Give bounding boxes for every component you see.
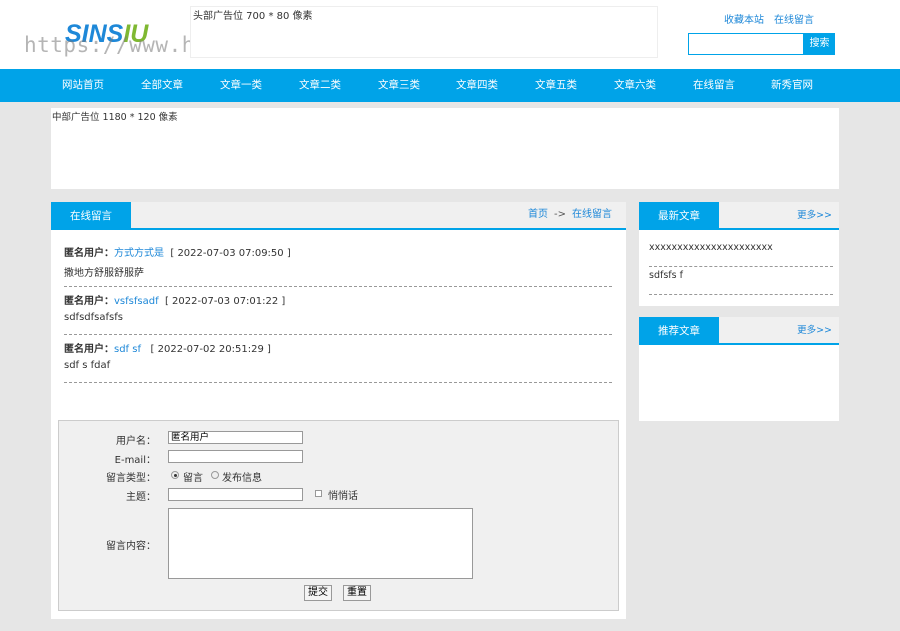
latest-article-item[interactable]: xxxxxxxxxxxxxxxxxxxxxx (649, 242, 833, 267)
nav-item-home[interactable]: 网站首页 (62, 69, 104, 102)
message-time: [ 2022-07-03 07:01:22 ] (164, 296, 286, 307)
private-checkbox[interactable] (315, 490, 322, 497)
recommended-articles-title: 推荐文章 (639, 317, 719, 345)
message-name[interactable]: 方式方式是 (114, 248, 164, 259)
nav-item-category-2[interactable]: 文章二类 (299, 69, 341, 102)
type-option-publish: 发布信息 (222, 473, 262, 484)
nav-item-official-site[interactable]: 新秀官网 (771, 69, 813, 102)
email-label: E-mail： (114, 455, 156, 466)
message-user: 匿名用户： (64, 296, 114, 307)
breadcrumb-separator: -> (554, 209, 566, 220)
message-type-label: 留言类型： (106, 473, 156, 484)
private-label: 悄悄话 (328, 491, 358, 502)
type-radio-message[interactable] (171, 471, 179, 479)
breadcrumb-current[interactable]: 在线留言 (572, 209, 612, 220)
top-ad-banner[interactable]: 头部广告位 700 * 80 像素 (190, 6, 658, 58)
header: SINSIU https://www.huzhan.com/ishop32877… (0, 0, 900, 69)
message-time: [ 2022-07-03 07:09:50 ] (170, 248, 291, 259)
nav-item-guestbook[interactable]: 在线留言 (693, 69, 735, 102)
search-button[interactable]: 搜索 (804, 33, 835, 55)
username-field[interactable]: 匿名用户 (168, 431, 303, 444)
latest-articles-title: 最新文章 (639, 202, 719, 230)
message-body: sdfsdfsafsfs (64, 312, 123, 323)
message-user: 匿名用户： (64, 344, 114, 355)
breadcrumb: 首页 -> 在线留言 (528, 202, 612, 228)
middle-ad-banner[interactable]: 中部广告位 1180 * 120 像素 (51, 108, 839, 189)
message-body: 撒地方舒服舒服萨 (64, 268, 144, 279)
latest-article-item[interactable]: sdfsfs f (649, 270, 833, 295)
nav-item-category-4[interactable]: 文章四类 (456, 69, 498, 102)
main-nav: 网站首页 全部文章 文章一类 文章二类 文章三类 文章四类 文章五类 文章六类 … (0, 69, 900, 102)
message-body: sdf s fdaf (64, 360, 111, 371)
bookmark-link[interactable]: 收藏本站 (724, 15, 764, 26)
username-label: 用户名： (116, 436, 156, 447)
submit-button[interactable]: 提交 (304, 585, 332, 601)
recommended-articles-panel: 推荐文章 更多>> (639, 317, 839, 421)
message-user: 匿名用户： (64, 248, 114, 259)
subject-field[interactable] (168, 488, 303, 501)
panel-title: 在线留言 (51, 202, 131, 230)
message-name[interactable]: vsfsfsadf (114, 296, 159, 307)
latest-articles-panel: 最新文章 更多>> xxxxxxxxxxxxxxxxxxxxxx sdfsfs … (639, 202, 839, 306)
search-input[interactable] (688, 33, 804, 55)
message-item: 匿名用户：sdf sf [ 2022-07-02 20:51:29 ] sdf … (64, 343, 612, 383)
nav-item-category-6[interactable]: 文章六类 (614, 69, 656, 102)
message-name[interactable]: sdf sf (114, 344, 141, 355)
message-item: 匿名用户：方式方式是 [ 2022-07-03 07:09:50 ] 撒地方舒服… (64, 247, 612, 287)
latest-articles-header: 最新文章 更多>> (639, 202, 839, 230)
content-textarea[interactable] (168, 508, 473, 579)
panel-header: 在线留言 首页 -> 在线留言 (51, 202, 626, 230)
message-time: [ 2022-07-02 20:51:29 ] (150, 344, 271, 355)
breadcrumb-home[interactable]: 首页 (528, 209, 548, 220)
nav-item-category-3[interactable]: 文章三类 (378, 69, 420, 102)
top-links: 收藏本站 在线留言 (724, 11, 824, 26)
nav-item-category-1[interactable]: 文章一类 (220, 69, 262, 102)
guestbook-link[interactable]: 在线留言 (774, 15, 814, 26)
message-item: 匿名用户：vsfsfsadf [ 2022-07-03 07:01:22 ] s… (64, 295, 612, 335)
reset-button[interactable]: 重置 (343, 585, 371, 601)
type-option-message: 留言 (183, 473, 203, 484)
recommended-articles-header: 推荐文章 更多>> (639, 317, 839, 345)
subject-label: 主题： (126, 492, 156, 503)
type-radio-publish[interactable] (211, 471, 219, 479)
content-label: 留言内容： (106, 541, 156, 552)
nav-item-all-articles[interactable]: 全部文章 (141, 69, 183, 102)
nav-item-category-5[interactable]: 文章五类 (535, 69, 577, 102)
recommended-articles-more-link[interactable]: 更多>> (797, 317, 832, 344)
email-field[interactable] (168, 450, 303, 463)
latest-articles-more-link[interactable]: 更多>> (797, 202, 832, 229)
guestbook-form: 用户名： 匿名用户 E-mail： 留言类型： 留言 发布信息 主题： 悄悄话 … (58, 420, 619, 611)
guestbook-panel: 在线留言 首页 -> 在线留言 匿名用户：方式方式是 [ 2022-07-03 07… (51, 202, 626, 619)
